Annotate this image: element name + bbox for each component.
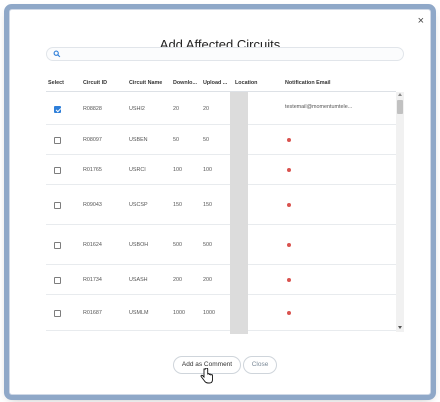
circuit-name-cell: USMLM — [129, 310, 149, 316]
missing-email-indicator-icon — [287, 278, 291, 282]
download-cell: 100 — [173, 167, 182, 173]
circuit-id-cell: R01687 — [83, 310, 102, 316]
table-row[interactable]: R08097USBEN5050FNB — [46, 125, 396, 155]
download-cell: 1000 — [173, 310, 185, 316]
upload-cell: 20 — [203, 106, 209, 112]
download-cell: 20 — [173, 106, 179, 112]
redacted-location-block — [230, 92, 248, 334]
close-button[interactable]: Close — [243, 356, 277, 374]
circuit-id-cell: R08097 — [83, 137, 102, 143]
close-icon[interactable]: × — [418, 16, 424, 27]
missing-email-indicator-icon — [287, 138, 291, 142]
circuit-name-cell: USHI2 — [129, 106, 145, 112]
header-col-select[interactable]: Select — [48, 80, 64, 86]
circuit-name-cell: USRCI — [129, 167, 146, 173]
upload-cell: 200 — [203, 277, 212, 283]
table-row[interactable]: R08828USHI22020FSCtestemail@momentumtele… — [46, 92, 396, 125]
circuit-name-cell: USCSP — [129, 202, 148, 208]
missing-email-indicator-icon — [287, 311, 291, 315]
upload-cell: 500 — [203, 242, 212, 248]
circuit-id-cell: R09043 — [83, 202, 102, 208]
table-row[interactable]: R01734USASH200200FAF — [46, 265, 396, 295]
notification-email-cell: testemail@momentumtele... — [285, 104, 353, 110]
table-header: Select Circuit ID Circuit Name Downlo... Upl… — [46, 72, 396, 92]
row-select-checkbox[interactable] — [54, 202, 61, 209]
header-col-notification-email[interactable]: Notification Email — [285, 80, 331, 86]
scroll-thumb[interactable] — [397, 100, 403, 114]
row-select-checkbox[interactable] — [54, 277, 61, 284]
circuit-id-cell: R01624 — [83, 242, 102, 248]
header-col-circuit-name[interactable]: Circuit Name — [129, 80, 162, 86]
circuit-id-cell: R01765 — [83, 167, 102, 173]
upload-cell: 150 — [203, 202, 212, 208]
table-body: R08828USHI22020FSCtestemail@momentumtele… — [46, 92, 396, 334]
table-row[interactable]: R01624USBOH500500FVNF — [46, 225, 396, 265]
row-select-checkbox[interactable] — [54, 242, 61, 249]
missing-email-indicator-icon — [287, 243, 291, 247]
row-select-checkbox[interactable] — [54, 137, 61, 144]
table-row[interactable]: R09043USCSP150150FCEE — [46, 185, 396, 225]
header-col-upload[interactable]: Upload ... — [203, 80, 227, 86]
missing-email-indicator-icon — [287, 168, 291, 172]
row-select-checkbox[interactable] — [54, 167, 61, 174]
scroll-down-arrow-icon[interactable] — [398, 326, 402, 329]
header-col-location[interactable]: Location — [235, 80, 257, 86]
row-select-checkbox[interactable] — [54, 106, 61, 113]
download-cell: 150 — [173, 202, 182, 208]
upload-cell: 1000 — [203, 310, 215, 316]
scroll-up-arrow-icon[interactable] — [398, 93, 402, 96]
hand-pointer-cursor-icon — [200, 368, 213, 384]
search-icon — [53, 50, 61, 58]
upload-cell: 50 — [203, 137, 209, 143]
circuit-id-cell: R01734 — [83, 277, 102, 283]
table-row[interactable]: R01687USMLM10001000FIE — [46, 295, 396, 331]
download-cell: 50 — [173, 137, 179, 143]
row-select-checkbox[interactable] — [54, 310, 61, 317]
table-scrollbar[interactable] — [396, 92, 404, 332]
header-col-download[interactable]: Downlo... — [173, 80, 197, 86]
circuits-table: Select Circuit ID Circuit Name Downlo... Upl… — [46, 72, 404, 334]
download-cell: 500 — [173, 242, 182, 248]
download-cell: 200 — [173, 277, 182, 283]
circuit-id-cell: R08828 — [83, 106, 102, 112]
missing-email-indicator-icon — [287, 203, 291, 207]
table-row[interactable]: R01765USRCI100100FNR — [46, 155, 396, 185]
header-col-circuit-id[interactable]: Circuit ID — [83, 80, 107, 86]
circuit-name-cell: USASH — [129, 277, 148, 283]
upload-cell: 100 — [203, 167, 212, 173]
circuit-name-cell: USBEN — [129, 137, 148, 143]
search-input[interactable] — [46, 47, 404, 61]
circuit-name-cell: USBOH — [129, 242, 149, 248]
